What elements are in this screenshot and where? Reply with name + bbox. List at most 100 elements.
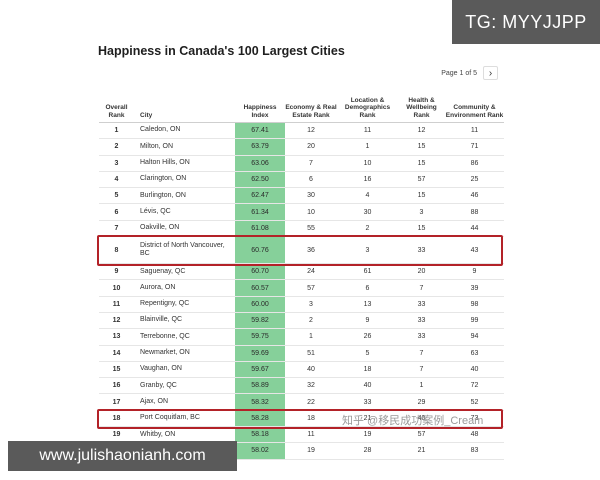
cell-location: 30 bbox=[363, 208, 372, 216]
cell-community: 48 bbox=[470, 431, 479, 439]
cell-happiness: 60.57 bbox=[235, 280, 285, 296]
cell-city: Blainville, QC bbox=[140, 316, 183, 324]
cell-health: 1 bbox=[419, 382, 424, 390]
cell-rank: 19 bbox=[112, 431, 121, 439]
cell-rank: 5 bbox=[114, 192, 119, 200]
cell-location: 5 bbox=[365, 349, 370, 357]
cell-economy: 30 bbox=[307, 192, 315, 200]
cell-community: 86 bbox=[470, 159, 479, 167]
cell-economy: 2 bbox=[309, 317, 313, 325]
cell-economy: 1 bbox=[309, 333, 313, 341]
table-row[interactable]: 14 Newmarket, ON 59.69 51 5 7 63 bbox=[99, 345, 504, 362]
cell-rank: 11 bbox=[112, 300, 121, 308]
cell-city: Halton Hills, ON bbox=[140, 159, 190, 167]
table-row[interactable]: 5 Burlington, ON 62.47 30 4 15 46 bbox=[99, 188, 504, 205]
cell-economy: 10 bbox=[307, 208, 315, 216]
table-row[interactable]: 1 Caledon, ON 67.41 12 11 12 11 bbox=[99, 123, 504, 140]
cell-city: Ajax, ON bbox=[140, 397, 169, 405]
cell-location: 6 bbox=[365, 284, 370, 292]
cell-health: 21 bbox=[417, 447, 426, 455]
cell-city: Whitby, ON bbox=[140, 430, 176, 438]
cell-rank: 10 bbox=[112, 284, 121, 292]
cell-happiness: 58.32 bbox=[235, 394, 285, 410]
cell-rank: 9 bbox=[114, 268, 119, 276]
cell-happiness: 61.34 bbox=[235, 204, 285, 220]
cell-location: 61 bbox=[363, 268, 372, 276]
cell-location: 11 bbox=[363, 127, 372, 135]
header-city[interactable]: City bbox=[134, 112, 235, 122]
table-row[interactable]: 6 Lévis, QC 61.34 10 30 3 88 bbox=[99, 204, 504, 221]
cell-location: 10 bbox=[363, 159, 372, 167]
cell-health: 33 bbox=[417, 300, 426, 308]
happiness-table: Overall Rank City Happiness Index Econom… bbox=[99, 92, 504, 460]
cell-location: 16 bbox=[363, 176, 372, 184]
cell-economy: 57 bbox=[307, 284, 315, 292]
cell-location: 2 bbox=[365, 224, 370, 232]
cell-community: 39 bbox=[470, 284, 479, 292]
header-community[interactable]: Community & Environment Rank bbox=[445, 104, 504, 122]
table-row[interactable]: 4 Clarington, ON 62.50 6 16 57 25 bbox=[99, 171, 504, 189]
cell-rank: 17 bbox=[112, 398, 121, 406]
page-indicator: Page 1 of 5 bbox=[441, 69, 477, 77]
cell-economy: 20 bbox=[307, 143, 315, 151]
cell-community: 83 bbox=[470, 447, 479, 455]
cell-city: Lévis, QC bbox=[140, 207, 171, 215]
cell-health: 57 bbox=[417, 176, 426, 184]
cell-health: 7 bbox=[419, 366, 424, 373]
table-row[interactable]: 2 Milton, ON 63.79 20 1 15 71 bbox=[99, 139, 504, 156]
next-page-button[interactable]: › bbox=[483, 66, 498, 80]
table-row[interactable]: 16 Granby, QC 58.89 32 40 1 72 bbox=[99, 378, 504, 395]
header-location[interactable]: Location & Demographics Rank bbox=[337, 97, 398, 122]
cell-community: 63 bbox=[470, 349, 479, 357]
cell-happiness: 58.89 bbox=[235, 378, 285, 394]
cell-city: Caledon, ON bbox=[140, 126, 181, 134]
highlight-box-row-8 bbox=[97, 235, 503, 267]
cell-city: Burlington, ON bbox=[140, 191, 186, 199]
cell-happiness: 63.79 bbox=[235, 139, 285, 155]
cell-rank: 14 bbox=[112, 349, 121, 357]
table-row[interactable]: 12 Blainville, QC 59.82 2 9 33 99 bbox=[99, 312, 504, 330]
cell-city: Clarington, ON bbox=[140, 175, 187, 183]
cell-health: 12 bbox=[417, 127, 426, 135]
table-row[interactable]: 15 Vaughan, ON 59.67 40 18 7 40 bbox=[99, 361, 504, 379]
cell-economy: 11 bbox=[307, 431, 315, 439]
cell-location: 4 bbox=[365, 192, 370, 200]
header-health[interactable]: Health & Wellbeing Rank bbox=[398, 97, 445, 122]
cell-city: Terrebonne, QC bbox=[140, 332, 190, 340]
cell-rank: 3 bbox=[114, 159, 119, 167]
cell-community: 94 bbox=[470, 333, 479, 341]
cell-city: Oakville, ON bbox=[140, 224, 180, 232]
cell-rank: 7 bbox=[114, 224, 119, 232]
cell-happiness: 60.70 bbox=[235, 264, 285, 280]
cell-happiness: 61.08 bbox=[235, 220, 285, 237]
cell-location: 13 bbox=[363, 300, 372, 308]
cell-location: 33 bbox=[363, 398, 372, 406]
cell-location: 18 bbox=[363, 366, 372, 373]
cell-happiness: 59.75 bbox=[235, 329, 285, 345]
header-rank[interactable]: Overall Rank bbox=[99, 104, 134, 122]
cell-economy: 3 bbox=[309, 300, 313, 308]
cell-health: 57 bbox=[417, 431, 426, 439]
cell-city: Milton, ON bbox=[140, 142, 174, 150]
cell-city: Aurora, ON bbox=[140, 283, 176, 291]
table-row[interactable]: 13 Terrebonne, QC 59.75 1 26 33 94 bbox=[99, 329, 504, 346]
cell-economy: 24 bbox=[307, 268, 315, 276]
header-happiness[interactable]: Happiness Index bbox=[235, 104, 285, 122]
table-row[interactable]: 9 Saguenay, QC 60.70 24 61 20 9 bbox=[99, 264, 504, 281]
cell-community: 25 bbox=[470, 176, 479, 184]
cell-happiness: 58.18 bbox=[235, 427, 285, 443]
cell-health: 15 bbox=[417, 143, 426, 151]
cell-city: Granby, QC bbox=[140, 381, 177, 389]
watermark-text: 知乎 @移民成功案例_Cream bbox=[342, 415, 484, 427]
page-title: Happiness in Canada's 100 Largest Cities bbox=[98, 44, 345, 58]
cell-community: 11 bbox=[470, 127, 479, 135]
cell-happiness: 62.50 bbox=[235, 171, 285, 188]
header-economy[interactable]: Economy & Real Estate Rank bbox=[285, 104, 337, 122]
cell-happiness: 67.41 bbox=[235, 123, 285, 139]
table-row[interactable]: 3 Halton Hills, ON 63.06 7 10 15 86 bbox=[99, 155, 504, 172]
table-row[interactable]: 11 Repentigny, QC 60.00 3 13 33 98 bbox=[99, 296, 504, 313]
table-row[interactable]: 10 Aurora, ON 60.57 57 6 7 39 bbox=[99, 280, 504, 297]
cell-community: 72 bbox=[470, 382, 479, 390]
cell-location: 40 bbox=[363, 382, 372, 390]
cell-health: 3 bbox=[419, 208, 424, 216]
